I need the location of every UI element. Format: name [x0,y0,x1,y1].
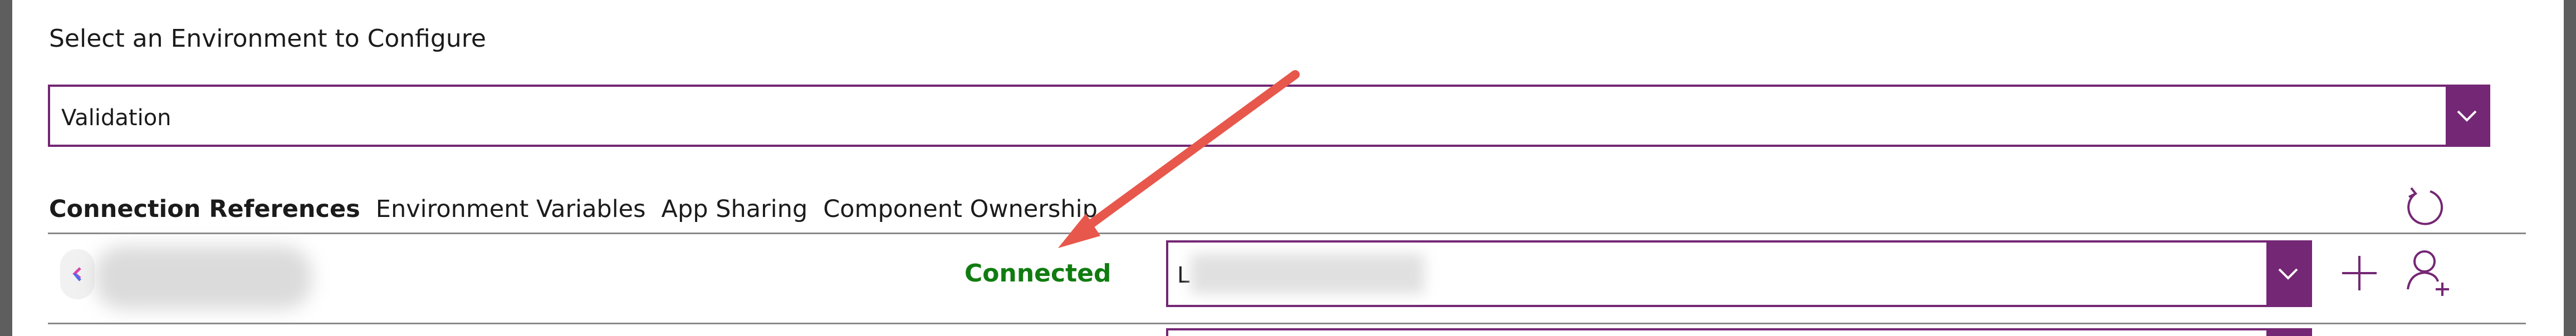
tab-environment-variables[interactable]: Environment Variables [376,195,646,223]
plus-icon[interactable] [2339,253,2380,294]
tab-connection-references[interactable]: Connection References [49,195,360,223]
window-edge-right [2564,0,2576,336]
tab-component-ownership[interactable]: Component Ownership [823,195,1098,223]
add-user-icon[interactable] [2403,248,2453,298]
header-divider [48,233,2526,234]
row-divider [48,323,2526,324]
connection-status: Connected [964,259,1111,288]
tab-app-sharing[interactable]: App Sharing [662,195,808,223]
refresh-icon[interactable] [2401,184,2446,228]
app-page: Select an Environment to Configure Valid… [0,0,2576,336]
chevron-down-icon[interactable] [2266,330,2310,336]
environment-dropdown[interactable]: Validation [48,85,2490,147]
chevron-down-icon[interactable] [2266,243,2310,305]
connection-dropdown-next[interactable] [1166,328,2312,336]
connector-logo-icon [60,249,95,299]
connection-name-redacted [1191,254,1424,294]
tab-bar: Connection References Environment Variab… [49,192,1098,226]
connection-dropdown[interactable]: L [1166,240,2312,307]
environment-selected-value: Validation [61,105,172,131]
connection-selected-value: L [1177,263,1190,288]
chevron-down-icon[interactable] [2446,87,2488,145]
page-title: Select an Environment to Configure [49,24,486,53]
window-edge-left [0,0,12,336]
connection-reference-name-redacted [95,246,312,309]
